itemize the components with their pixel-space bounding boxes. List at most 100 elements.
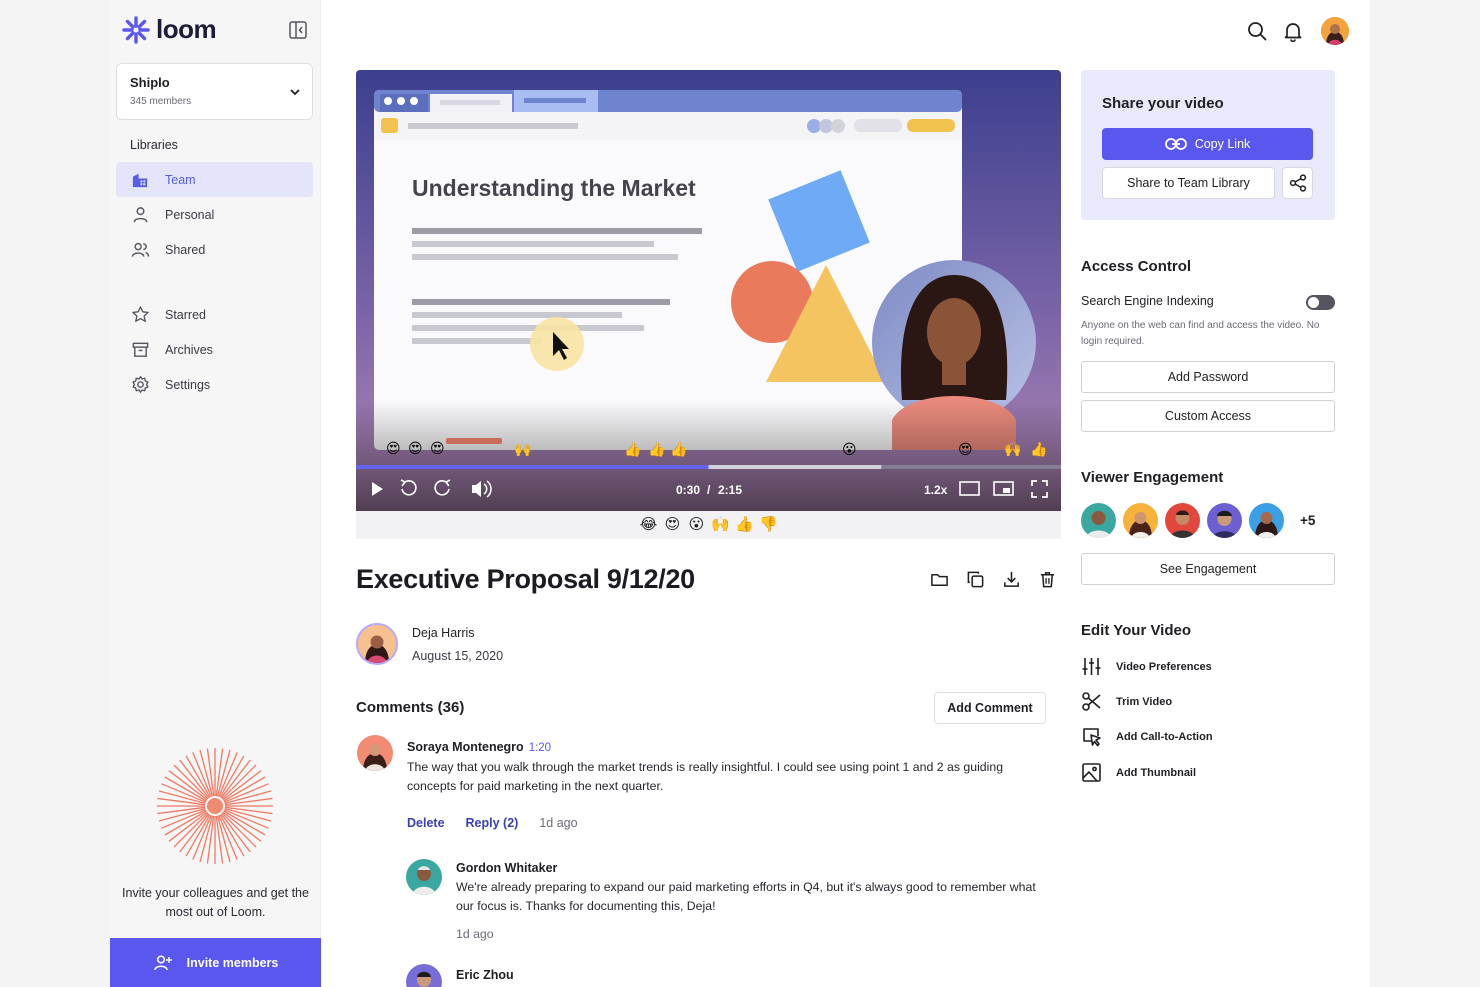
progress-bar[interactable] [356,465,709,469]
svg-text:😮: 😮 [842,442,857,458]
download-icon[interactable] [1002,570,1021,589]
share-icon [1289,174,1306,192]
collapse-sidebar-icon[interactable] [288,20,308,40]
viewer-avatar[interactable] [1249,503,1284,538]
comment-text: The way that you walk through the market… [407,760,1004,793]
image-icon [1082,763,1101,782]
trim-video-item[interactable]: Trim Video [1081,691,1172,712]
svg-text:👍: 👍 [1030,441,1047,458]
share-button[interactable] [1282,167,1313,199]
laughing-reaction[interactable]: 😂 [639,515,659,535]
commenter-avatar[interactable] [357,735,393,771]
delete-comment-link[interactable]: Delete [407,816,445,830]
video-actions [930,570,1057,589]
viewer-avatar[interactable] [1207,503,1242,538]
video-preferences-item[interactable]: Video Preferences [1081,656,1212,677]
thumbs-up-reaction[interactable]: 👍 [735,515,755,535]
sidebar: loom Shiplo 345 members Libraries Team P… [110,0,321,987]
reaction-bar: 😂 😍 😮 🙌 👍 👎 [356,511,1061,539]
sidebar-item-starred[interactable]: Starred [116,297,313,332]
comment-age: 1d ago [539,816,578,830]
reply-author[interactable]: Eric Zhou [456,968,514,982]
search-icon[interactable] [1246,20,1268,42]
comment-timestamp-link[interactable]: 1:20 [529,742,551,754]
trash-icon[interactable] [1038,570,1057,589]
commenter-avatar[interactable] [406,859,442,895]
folder-icon[interactable] [930,570,949,589]
loom-asterisk-icon [122,15,150,44]
commenter-portrait [406,859,442,895]
svg-text:😍: 😍 [386,441,401,457]
comments-heading: Comments (36) [356,699,465,716]
invite-members-button[interactable]: Invite members [110,938,321,987]
logo-wordmark: loom [156,14,217,44]
gear-icon [132,376,149,393]
custom-access-button[interactable]: Custom Access [1081,400,1335,432]
current-time: 0:30 [676,483,700,497]
bell-icon[interactable] [1282,20,1304,42]
cursor-click-icon [1083,728,1101,747]
libraries-heading: Libraries [130,138,178,152]
video-preferences-label: Video Preferences [1116,660,1212,673]
sunburst-ray [221,812,257,848]
sidebar-item-label: Personal [165,207,215,222]
commenter-avatar[interactable] [406,964,442,987]
svg-text:🙌: 🙌 [1004,441,1021,458]
svg-text:👍: 👍 [670,441,687,458]
add-cta-item[interactable]: Add Call-to-Action [1081,726,1213,747]
edit-video-heading: Edit Your Video [1081,622,1192,639]
search-indexing-label: Search Engine Indexing [1081,294,1214,308]
user-avatar[interactable] [1321,17,1349,45]
heart-eyes-reaction[interactable]: 😍 [663,515,683,535]
viewer-engagement-heading: Viewer Engagement [1081,469,1224,486]
thumbs-down-reaction[interactable]: 👎 [759,515,779,535]
add-password-button[interactable]: Add Password [1081,361,1335,393]
add-thumbnail-label: Add Thumbnail [1116,766,1197,779]
sidebar-item-archives[interactable]: Archives [116,332,313,367]
scissors-icon [1082,692,1101,711]
sunburst-ray [221,764,257,800]
author-name[interactable]: Deja Harris [412,626,475,640]
reply-link[interactable]: Reply (2) [466,816,519,830]
add-thumbnail-item[interactable]: Add Thumbnail [1081,762,1196,783]
svg-text:👍: 👍 [648,441,665,458]
viewer-avatars: +5 [1081,503,1315,538]
comment-author-name[interactable]: Soraya Montenegro [407,740,524,754]
duplicate-icon[interactable] [966,570,985,589]
add-comment-button[interactable]: Add Comment [934,692,1046,724]
sidebar-item-shared[interactable]: Shared [116,232,313,267]
surprised-reaction[interactable]: 😮 [687,515,707,535]
search-indexing-toggle[interactable] [1306,295,1335,310]
viewer-avatar[interactable] [1081,503,1116,538]
workspace-select[interactable]: Shiplo 345 members [116,63,313,120]
reply-age: 1d ago [456,927,494,941]
speed-button[interactable]: 1.2x [924,483,948,497]
sidebar-item-label: Starred [165,307,206,322]
see-engagement-button[interactable]: See Engagement [1081,553,1335,585]
loom-logo[interactable]: loom [122,14,217,45]
video-player[interactable]: Understanding the Market 😍 😍 😍 🙌 👍 👍 👍 😮… [356,70,1061,511]
viewer-avatar[interactable] [1123,503,1158,538]
raised-hands-reaction[interactable]: 🙌 [711,515,731,535]
svg-text:👍: 👍 [624,441,641,458]
upload-date: August 15, 2020 [412,649,504,663]
share-to-team-button[interactable]: Share to Team Library [1102,167,1275,199]
viewer-avatar[interactable] [1165,503,1200,538]
comment-author: Soraya Montenegro 1:20 [407,740,551,754]
author-avatar[interactable] [356,623,398,665]
sunburst-ray [173,764,209,800]
slide-title: Understanding the Market [412,175,696,201]
more-viewers-count[interactable]: +5 [1300,513,1315,528]
copy-link-button[interactable]: Copy Link [1102,128,1313,160]
star-icon [132,306,149,323]
workspace-members: 345 members [130,96,192,107]
add-user-icon [153,954,172,970]
reply-author[interactable]: Gordon Whitaker [456,861,557,875]
invite-members-label: Invite members [186,955,279,970]
sidebar-item-personal[interactable]: Personal [116,197,313,232]
sidebar-item-team[interactable]: Team [116,162,313,197]
sidebar-item-settings[interactable]: Settings [116,367,313,402]
share-card: Share your video Copy Link Share to Team… [1081,70,1335,220]
duration: 2:15 [718,483,742,497]
video-frame: Understanding the Market 😍 😍 😍 🙌 👍 👍 👍 😮… [356,90,1061,511]
